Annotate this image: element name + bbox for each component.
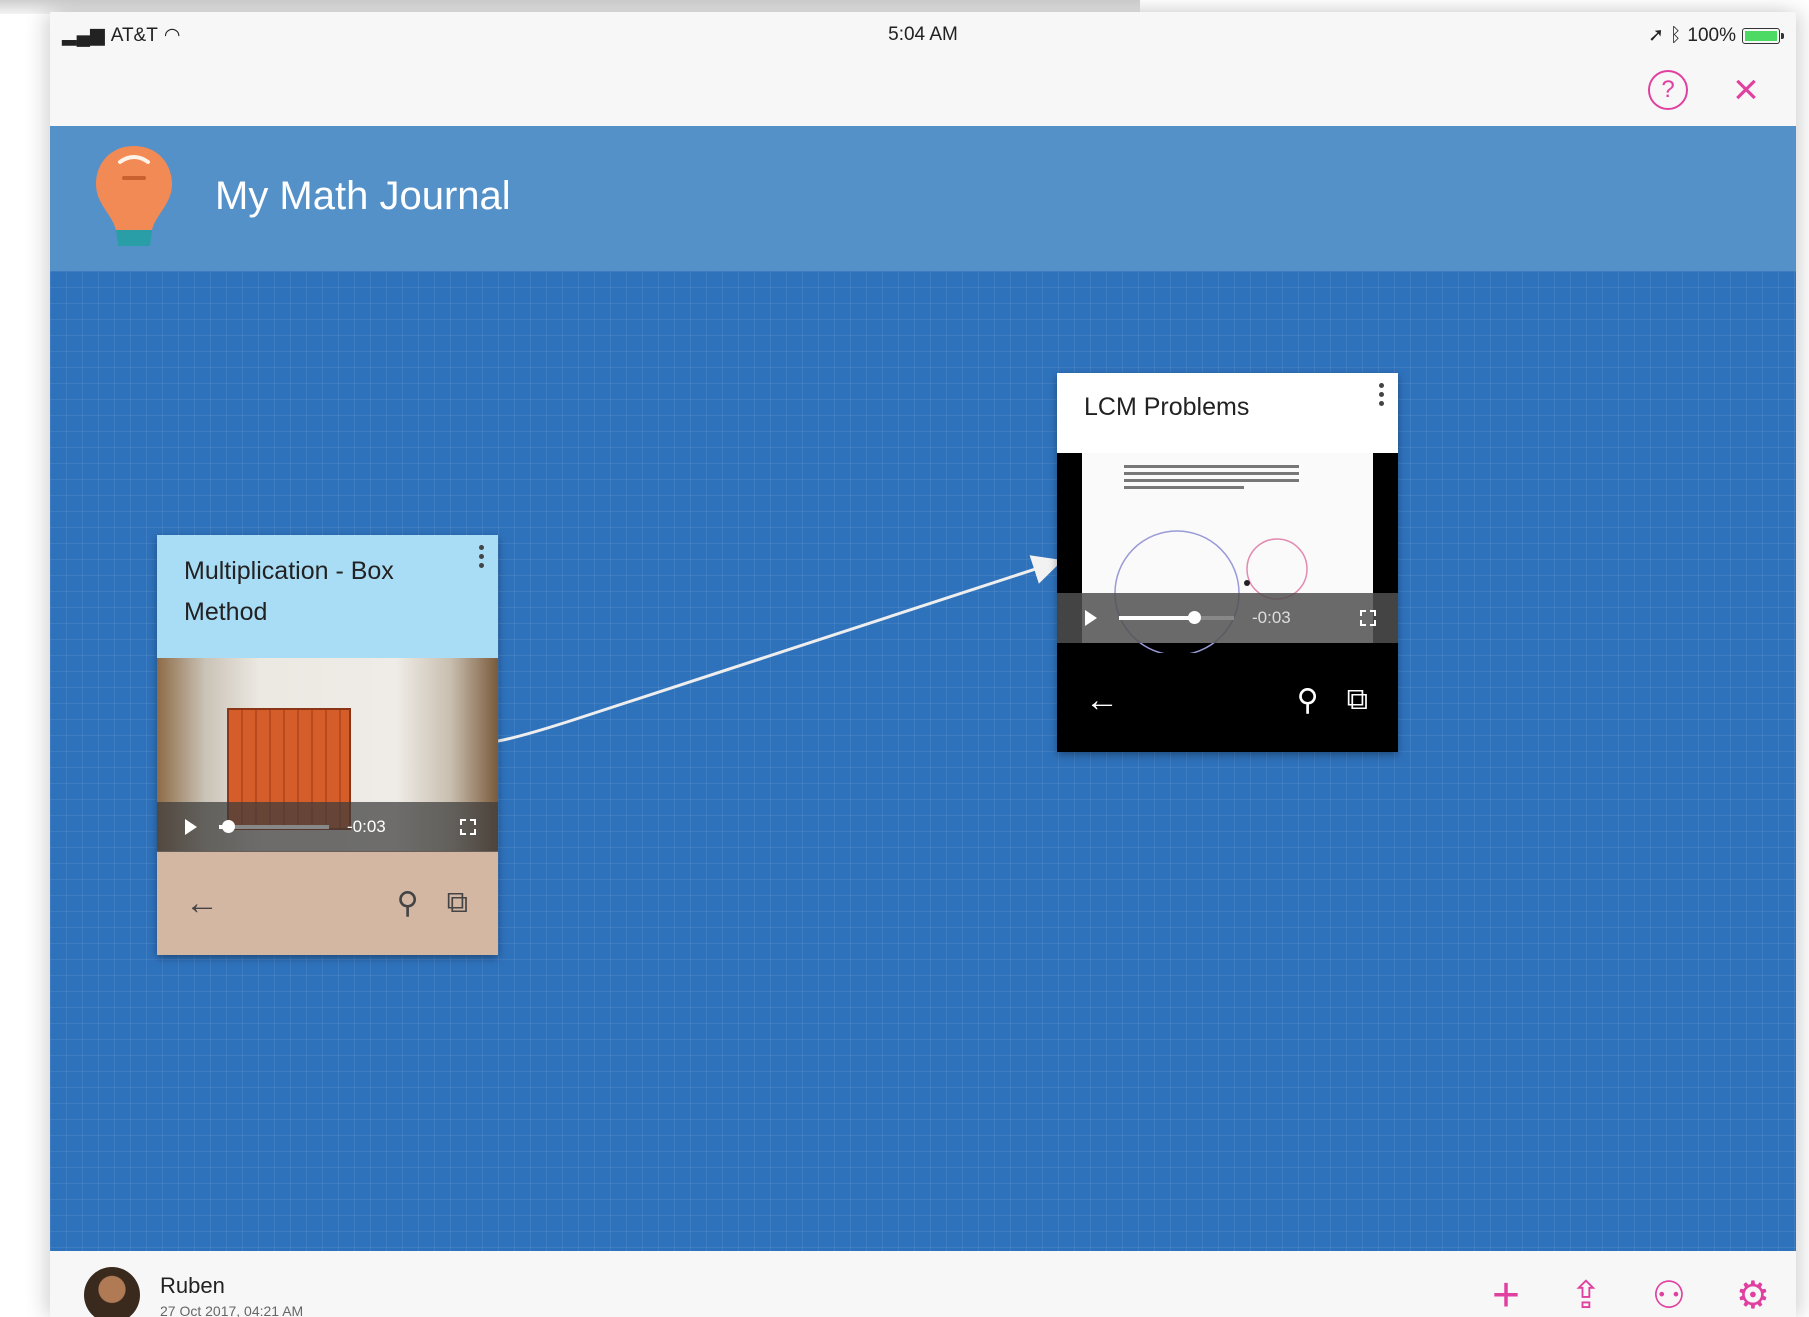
zoom-icon[interactable]: ⚲ xyxy=(397,886,419,921)
video-scrubber[interactable] xyxy=(1119,611,1234,624)
card-title: Multiplication - Box Method xyxy=(184,557,394,626)
card-actions: ← ⚲ ⧉ xyxy=(157,851,498,955)
video-controls: -0:03 xyxy=(157,802,498,852)
avatar[interactable] xyxy=(84,1267,140,1317)
journal-canvas[interactable]: Multiplication - Box Method -0:03 ← ⚲ ⧉ xyxy=(50,271,1796,1251)
card-actions: ← ⚲ ⧉ xyxy=(1057,648,1398,752)
zoom-icon[interactable]: ⚲ xyxy=(1297,683,1319,718)
clock: 5:04 AM xyxy=(888,24,958,45)
journal-card[interactable]: LCM Problems -0:03 ← ⚲ ⧉ xyxy=(1057,373,1398,752)
more-options-icon[interactable] xyxy=(1379,383,1384,406)
top-actions: ? × xyxy=(1648,68,1766,112)
help-icon[interactable]: ? xyxy=(1648,70,1688,110)
card-header: LCM Problems xyxy=(1057,373,1398,453)
open-external-icon[interactable]: ⧉ xyxy=(1347,683,1368,717)
video-time: -0:03 xyxy=(1252,608,1291,627)
bottom-actions: + ⇪ ⚇ ⚙ xyxy=(1492,1272,1770,1317)
status-bar: ▂▄▆ AT&T ◠ 5:04 AM ➚ ᛒ 100% xyxy=(50,12,1796,58)
app-window: ▂▄▆ AT&T ◠ 5:04 AM ➚ ᛒ 100% ? × My Math … xyxy=(50,12,1796,1317)
settings-icon[interactable]: ⚙ xyxy=(1736,1275,1770,1317)
battery-percent: 100% xyxy=(1687,24,1736,46)
user-name: Ruben xyxy=(160,1273,225,1298)
page-title: My Math Journal xyxy=(215,174,511,218)
share-icon[interactable]: ⇪ xyxy=(1570,1275,1602,1317)
location-icon: ➚ xyxy=(1648,25,1664,46)
fullscreen-icon[interactable] xyxy=(1360,610,1376,626)
play-icon[interactable] xyxy=(1085,610,1097,626)
play-icon[interactable] xyxy=(185,819,197,835)
footer-bar: Ruben 27 Oct 2017, 04:21 AM + ⇪ ⚇ ⚙ xyxy=(50,1251,1796,1317)
card-title: LCM Problems xyxy=(1084,393,1250,421)
back-arrow-icon[interactable]: ← xyxy=(1085,681,1119,720)
fullscreen-icon[interactable] xyxy=(460,819,476,835)
video-controls: -0:03 xyxy=(1057,593,1398,643)
battery-icon xyxy=(1742,27,1784,44)
video-time: -0:03 xyxy=(347,817,386,836)
back-arrow-icon[interactable]: ← xyxy=(185,884,219,923)
video-scrubber[interactable] xyxy=(219,820,329,833)
more-options-icon[interactable] xyxy=(479,545,484,568)
journal-header: My Math Journal xyxy=(50,126,1796,271)
collaborators-icon[interactable]: ⚇ xyxy=(1652,1275,1686,1317)
journal-card[interactable]: Multiplication - Box Method -0:03 ← ⚲ ⧉ xyxy=(157,535,498,955)
last-modified-date: 27 Oct 2017, 04:21 AM xyxy=(160,1303,304,1317)
bluetooth-icon: ᛒ xyxy=(1669,24,1682,46)
card-header: Multiplication - Box Method xyxy=(157,535,498,658)
open-external-icon[interactable]: ⧉ xyxy=(447,886,468,920)
close-icon[interactable]: × xyxy=(1726,68,1766,112)
add-icon[interactable]: + xyxy=(1492,1272,1520,1317)
lightbulb-logo-icon xyxy=(96,146,172,246)
